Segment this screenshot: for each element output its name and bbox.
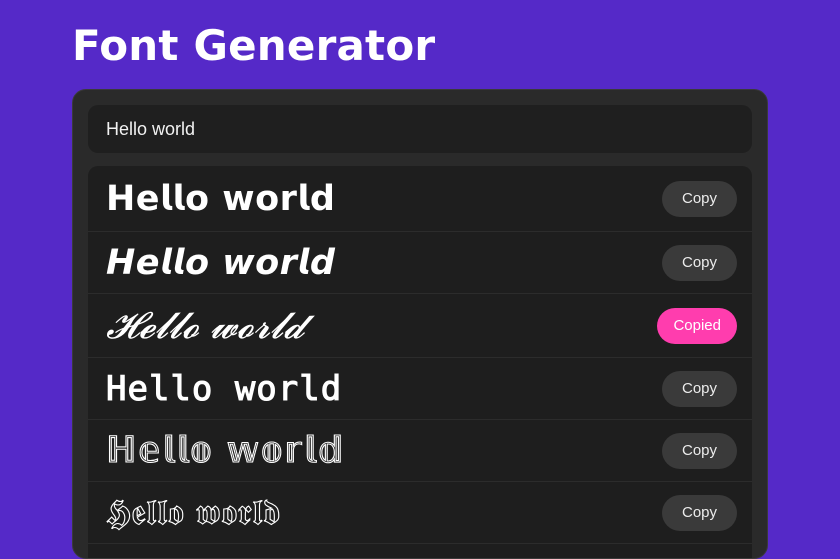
result-text-script: 𝓗𝓮𝓵𝓵𝓸 𝔀𝓸𝓻𝓵𝓭 xyxy=(106,303,305,347)
page-title: Font Generator xyxy=(72,21,436,70)
copy-button-script[interactable]: Copied xyxy=(657,307,737,344)
result-text-gothic: 𝕳𝖊𝖑𝖑𝖔 𝖜𝖔𝖗𝖑𝖉 xyxy=(105,492,281,533)
result-text-monospace: 𝙷𝚎𝚕𝚕𝚘 𝚠𝚘𝚛𝚕𝚍 xyxy=(106,368,343,409)
text-input-container[interactable] xyxy=(88,105,752,153)
result-text-outline: ℍ𝕖𝕝𝕝𝕠 𝕨𝕠𝕣𝕝𝕕 xyxy=(105,429,345,471)
result-row-bold-italic: 𝙃𝙚𝙡𝙡𝙤 𝙬𝙤𝙧𝙡𝙙 Copy xyxy=(88,232,752,294)
copy-button-monospace[interactable]: Copy xyxy=(662,370,737,407)
result-row-outline: ℍ𝕖𝕝𝕝𝕠 𝕨𝕠𝕣𝕝𝕕 Copy xyxy=(88,420,752,482)
result-row-monospace: 𝙷𝚎𝚕𝚕𝚘 𝚠𝚘𝚛𝚕𝚍 Copy xyxy=(88,358,752,420)
result-text-bold: 𝗛𝗲𝗹𝗹𝗼 𝘄𝗼𝗿𝗹𝗱 xyxy=(106,178,336,219)
copy-button-gothic[interactable]: Copy xyxy=(662,494,737,531)
result-row-script: 𝓗𝓮𝓵𝓵𝓸 𝔀𝓸𝓻𝓵𝓭 Copied xyxy=(88,294,752,358)
generator-panel: 𝗛𝗲𝗹𝗹𝗼 𝘄𝗼𝗿𝗹𝗱 Copy 𝙃𝙚𝙡𝙡𝙤 𝙬𝙤𝙧𝙡𝙙 Copy 𝓗𝓮𝓵𝓵𝓸 … xyxy=(72,89,768,559)
results-list: 𝗛𝗲𝗹𝗹𝗼 𝘄𝗼𝗿𝗹𝗱 Copy 𝙃𝙚𝙡𝙡𝙤 𝙬𝙤𝙧𝙡𝙙 Copy 𝓗𝓮𝓵𝓵𝓸 … xyxy=(88,166,752,558)
result-text-bold-italic: 𝙃𝙚𝙡𝙡𝙤 𝙬𝙤𝙧𝙡𝙙 xyxy=(106,242,336,283)
result-row-gothic: 𝕳𝖊𝖑𝖑𝖔 𝖜𝖔𝖗𝖑𝖉 Copy xyxy=(88,482,752,544)
copy-button-bold[interactable]: Copy xyxy=(662,180,737,217)
text-input[interactable] xyxy=(106,118,734,140)
result-row-bold: 𝗛𝗲𝗹𝗹𝗼 𝘄𝗼𝗿𝗹𝗱 Copy xyxy=(88,166,752,232)
copy-button-outline[interactable]: Copy xyxy=(662,432,737,469)
copy-button-bold-italic[interactable]: Copy xyxy=(662,244,737,281)
